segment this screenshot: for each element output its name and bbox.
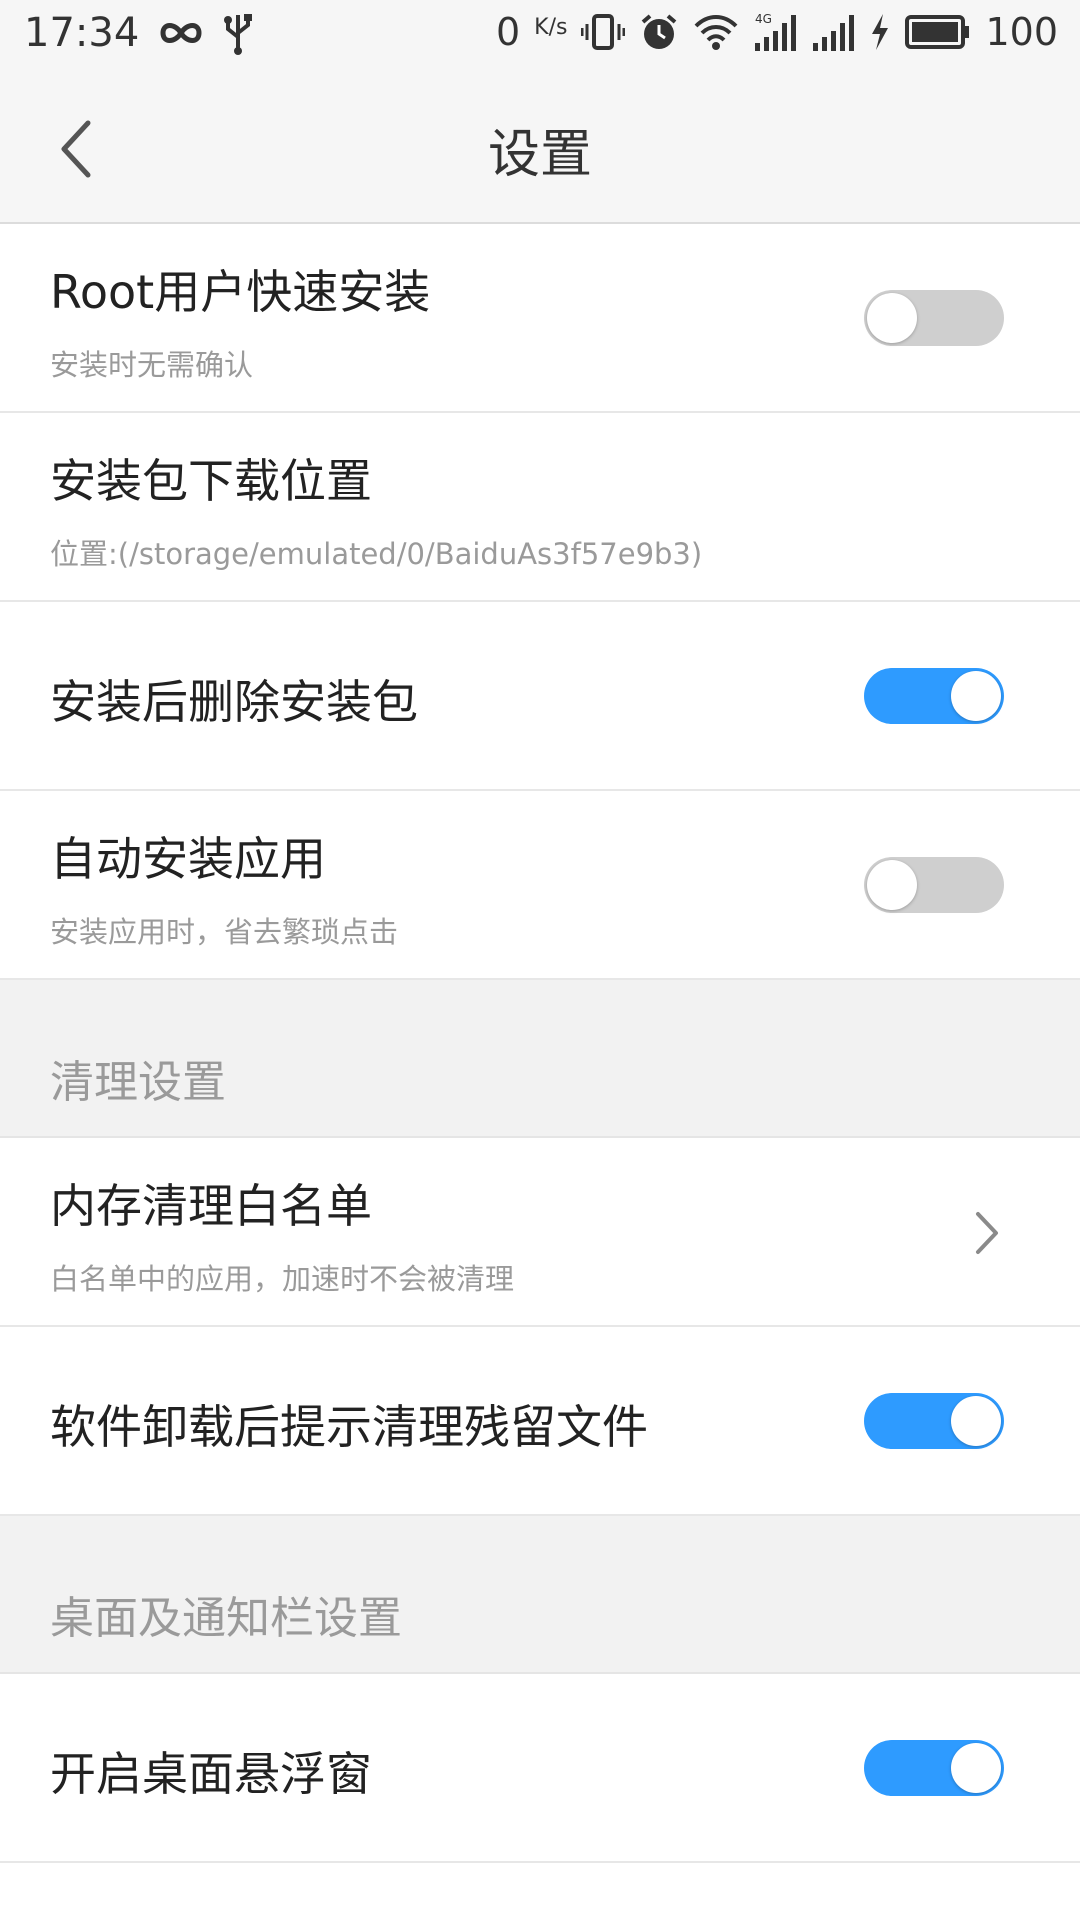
- row-subtitle: 位置:(/storage/emulated/0/BaiduAs3f57e9b3): [50, 537, 703, 571]
- usb-icon: [223, 11, 253, 55]
- row-title: 安装后删除安装包: [50, 675, 418, 729]
- row-title: 安装包下载位置: [50, 454, 372, 508]
- battery-level: 100: [985, 10, 1058, 54]
- signal-4g-icon: 4G: [753, 11, 797, 53]
- delete-after-install-toggle[interactable]: [864, 668, 1004, 724]
- row-delete-after-install[interactable]: 安装后删除安装包: [0, 602, 1080, 791]
- net-speed-value: 0: [495, 10, 521, 54]
- status-time: 17:34: [24, 10, 140, 56]
- status-left: 17:34: [24, 10, 253, 56]
- toggle-knob: [867, 293, 917, 343]
- row-auto-install[interactable]: 自动安装应用 安装应用时，省去繁琐点击: [0, 791, 1080, 980]
- app-bar: 设置: [0, 76, 1080, 224]
- charging-icon: [869, 12, 891, 52]
- wifi-icon: [693, 12, 739, 52]
- row-title: 内存清理白名单: [50, 1179, 372, 1233]
- row-memory-whitelist[interactable]: 内存清理白名单 白名单中的应用，加速时不会被清理: [0, 1138, 1080, 1327]
- alarm-icon: [639, 12, 679, 52]
- toggle-knob: [951, 1743, 1001, 1793]
- row-title: 开启桌面悬浮窗: [50, 1747, 372, 1801]
- root-install-toggle[interactable]: [864, 290, 1004, 346]
- row-title: 自动安装应用: [50, 832, 326, 886]
- page-title: 设置: [487, 125, 592, 185]
- row-title: 软件卸载后提示清理残留文件: [50, 1400, 648, 1454]
- svg-text:4G: 4G: [755, 12, 772, 26]
- floating-window-toggle[interactable]: [864, 1740, 1004, 1796]
- net-speed-unit: K/s: [534, 15, 568, 40]
- toggle-knob: [951, 671, 1001, 721]
- chevron-right-icon: [976, 1212, 998, 1254]
- section-header-desktop-notification: 桌面及通知栏设置: [0, 1516, 1080, 1674]
- toggle-knob: [867, 860, 917, 910]
- row-subtitle: 安装时无需确认: [50, 348, 254, 382]
- signal-icon: [811, 11, 855, 53]
- status-right: 0 K/s 4G 100: [496, 10, 1058, 54]
- row-title: Root用户快速安装: [50, 265, 431, 319]
- battery-icon: [905, 15, 971, 49]
- section-label: 清理设置: [50, 1057, 226, 1108]
- row-uninstall-cleanup[interactable]: 软件卸载后提示清理残留文件: [0, 1327, 1080, 1516]
- row-subtitle: 白名单中的应用，加速时不会被清理: [50, 1262, 515, 1296]
- uninstall-cleanup-toggle[interactable]: [864, 1393, 1004, 1449]
- vibrate-icon: [581, 12, 626, 52]
- section-label: 桌面及通知栏设置: [50, 1593, 402, 1644]
- infinity-icon: [157, 18, 205, 48]
- toggle-knob: [951, 1396, 1001, 1446]
- row-root-install[interactable]: Root用户快速安装 安装时无需确认: [0, 224, 1080, 413]
- row-download-location[interactable]: 安装包下载位置 位置:(/storage/emulated/0/BaiduAs3…: [0, 413, 1080, 602]
- status-bar: 17:34 0 K/s 4G 100: [0, 0, 1080, 76]
- settings-list: Root用户快速安装 安装时无需确认 安装包下载位置 位置:(/storage/…: [0, 224, 1080, 1863]
- row-floating-window[interactable]: 开启桌面悬浮窗: [0, 1674, 1080, 1863]
- section-header-cleanup: 清理设置: [0, 980, 1080, 1138]
- settings-screen: 17:34 0 K/s 4G 100 设置 Root用户快速安装 安装时无需确认…: [0, 0, 1080, 1920]
- row-subtitle: 安装应用时，省去繁琐点击: [50, 915, 399, 949]
- auto-install-toggle[interactable]: [864, 857, 1004, 913]
